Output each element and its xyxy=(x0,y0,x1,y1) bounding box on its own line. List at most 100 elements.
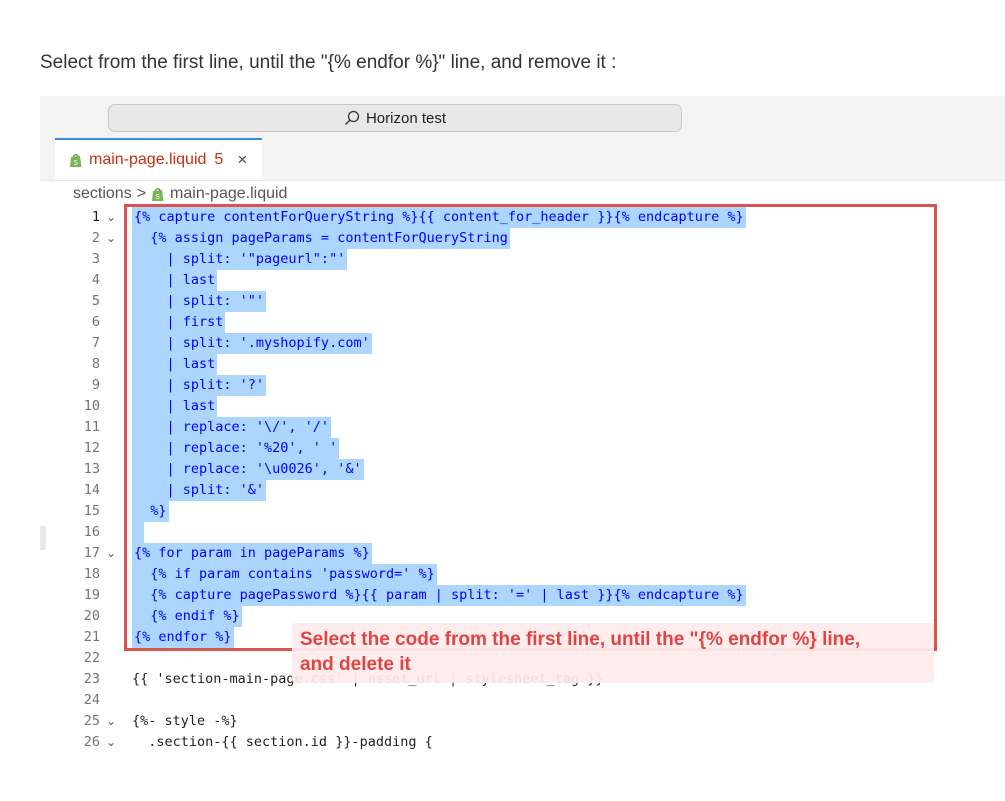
fold-chevron-icon[interactable]: ⌄ xyxy=(106,207,120,228)
code-text: | last xyxy=(132,270,218,291)
code-line[interactable]: 14 | split: '&' xyxy=(40,480,1005,501)
annotation-line-2: and delete it xyxy=(300,654,411,675)
fold-chevron-icon[interactable]: ⌄ xyxy=(106,228,120,249)
code-line[interactable]: 18 {% if param contains 'password=' %} xyxy=(40,564,1005,585)
fold-chevron-icon[interactable] xyxy=(106,333,120,354)
instruction-text: Select from the first line, until the "{… xyxy=(40,52,617,73)
line-number: 25 xyxy=(83,713,100,729)
line-number: 7 xyxy=(91,335,100,351)
fold-chevron-icon[interactable] xyxy=(106,417,120,438)
code-text: {% endif %} xyxy=(132,606,242,627)
fold-chevron-icon[interactable] xyxy=(106,312,120,333)
title-bar: Horizon test xyxy=(40,96,1005,139)
code-line[interactable]: 19 {% capture pagePassword %}{{ param | … xyxy=(40,585,1005,606)
code-line[interactable]: 7 | split: '.myshopify.com' xyxy=(40,333,1005,354)
fold-chevron-icon[interactable]: ⌄ xyxy=(106,732,120,753)
editor-tab-bar: S main-page.liquid 5 × xyxy=(40,138,1005,181)
tab-problem-count: 5 xyxy=(214,151,224,168)
breadcrumb-file[interactable]: main-page.liquid xyxy=(170,185,287,203)
line-number: 9 xyxy=(91,377,100,393)
code-text: | replace: '%20', ' ' xyxy=(132,438,340,459)
code-line[interactable]: 15 %} xyxy=(40,501,1005,522)
fold-chevron-icon[interactable] xyxy=(106,606,120,627)
fold-chevron-icon[interactable] xyxy=(106,480,120,501)
line-number: 15 xyxy=(83,503,100,519)
code-editor-window: Horizon test S main-page.liquid 5 × sect… xyxy=(40,96,1005,761)
code-text: | split: '&' xyxy=(132,480,267,501)
code-line[interactable]: 8 | last xyxy=(40,354,1005,375)
code-line[interactable]: 13 | replace: '\u0026', '&' xyxy=(40,459,1005,480)
fold-chevron-icon[interactable] xyxy=(106,396,120,417)
shopify-file-icon: S xyxy=(152,187,164,201)
fold-chevron-icon[interactable]: ⌄ xyxy=(106,711,120,732)
fold-chevron-icon[interactable] xyxy=(106,375,120,396)
svg-text:S: S xyxy=(156,193,161,201)
line-number: 22 xyxy=(83,650,100,666)
svg-text:S: S xyxy=(74,159,79,167)
code-line[interactable]: 25 ⌄ {%- style -%} xyxy=(40,711,1005,732)
line-number: 10 xyxy=(83,398,100,414)
line-number: 8 xyxy=(91,356,100,372)
code-text: .section-{{ section.id }}-padding { xyxy=(132,734,433,750)
breadcrumb: sections > S main-page.liquid xyxy=(73,183,287,205)
code-text: {% capture contentForQueryString %}{{ co… xyxy=(132,207,746,228)
fold-chevron-icon[interactable] xyxy=(106,585,120,606)
fold-chevron-icon[interactable] xyxy=(106,249,120,270)
fold-chevron-icon[interactable]: ⌄ xyxy=(106,543,120,564)
tab-main-page-liquid[interactable]: S main-page.liquid 5 × xyxy=(55,138,262,180)
code-text: | split: '.myshopify.com' xyxy=(132,333,372,354)
code-line[interactable]: 11 | replace: '\/', '/' xyxy=(40,417,1005,438)
fold-chevron-icon[interactable] xyxy=(106,459,120,480)
fold-chevron-icon[interactable] xyxy=(106,627,120,648)
code-line[interactable]: 9 | split: '?' xyxy=(40,375,1005,396)
code-line[interactable]: 24 xyxy=(40,690,1005,711)
fold-chevron-icon[interactable] xyxy=(106,564,120,585)
line-number: 1 xyxy=(91,209,100,225)
code-text: {% for param in pageParams %} xyxy=(132,543,372,564)
command-center-label: Horizon test xyxy=(365,109,447,127)
code-line[interactable]: 2 ⌄ {% assign pageParams = contentForQuer… xyxy=(40,228,1005,249)
code-text: {%- style -%} xyxy=(132,713,238,729)
line-number: 14 xyxy=(83,482,100,498)
line-number: 6 xyxy=(91,314,100,330)
fold-chevron-icon[interactable] xyxy=(106,690,120,711)
line-number: 5 xyxy=(91,293,100,309)
code-line[interactable]: 3 | split: '"pageurl":"' xyxy=(40,249,1005,270)
shopify-file-icon: S xyxy=(70,153,82,167)
fold-chevron-icon[interactable] xyxy=(106,354,120,375)
code-line[interactable]: 4 | last xyxy=(40,270,1005,291)
line-number: 17 xyxy=(83,545,100,561)
code-text: {% capture pagePassword %}{{ param | spl… xyxy=(132,585,746,606)
fold-chevron-icon[interactable] xyxy=(106,501,120,522)
code-line[interactable]: 1 ⌄ {% capture contentForQueryString %}{{ … xyxy=(40,207,1005,228)
code-line[interactable]: 10 | last xyxy=(40,396,1005,417)
code-text: | split: '"' xyxy=(132,291,267,312)
code-line[interactable]: 17 ⌄ {% for param in pageParams %} xyxy=(40,543,1005,564)
code-text: | replace: '\u0026', '&' xyxy=(132,459,364,480)
fold-chevron-icon[interactable] xyxy=(106,270,120,291)
fold-chevron-icon[interactable] xyxy=(106,648,120,669)
code-line[interactable]: 6 | first xyxy=(40,312,1005,333)
code-line[interactable]: 5 | split: '"' xyxy=(40,291,1005,312)
line-number: 26 xyxy=(83,734,100,750)
code-text: | last xyxy=(132,354,218,375)
code-line[interactable]: 12 | replace: '%20', ' ' xyxy=(40,438,1005,459)
line-number: 24 xyxy=(83,692,100,708)
fold-chevron-icon[interactable] xyxy=(106,438,120,459)
line-number: 2 xyxy=(91,230,100,246)
line-number: 11 xyxy=(83,419,100,435)
command-center-search[interactable]: Horizon test xyxy=(108,104,682,132)
code-line[interactable]: 26 ⌄ .section-{{ section.id }}-padding { xyxy=(40,732,1005,753)
fold-chevron-icon[interactable] xyxy=(106,291,120,312)
code-text: | last xyxy=(132,396,218,417)
code-text xyxy=(132,522,145,543)
line-number: 16 xyxy=(83,524,100,540)
close-icon[interactable]: × xyxy=(237,150,247,170)
line-number: 4 xyxy=(91,272,100,288)
code-text: {% if param contains 'password=' %} xyxy=(132,564,437,585)
line-number: 20 xyxy=(83,608,100,624)
fold-chevron-icon[interactable] xyxy=(106,669,120,690)
breadcrumb-folder[interactable]: sections xyxy=(73,185,132,203)
fold-chevron-icon[interactable] xyxy=(106,522,120,543)
code-line[interactable]: 16 xyxy=(40,522,1005,543)
